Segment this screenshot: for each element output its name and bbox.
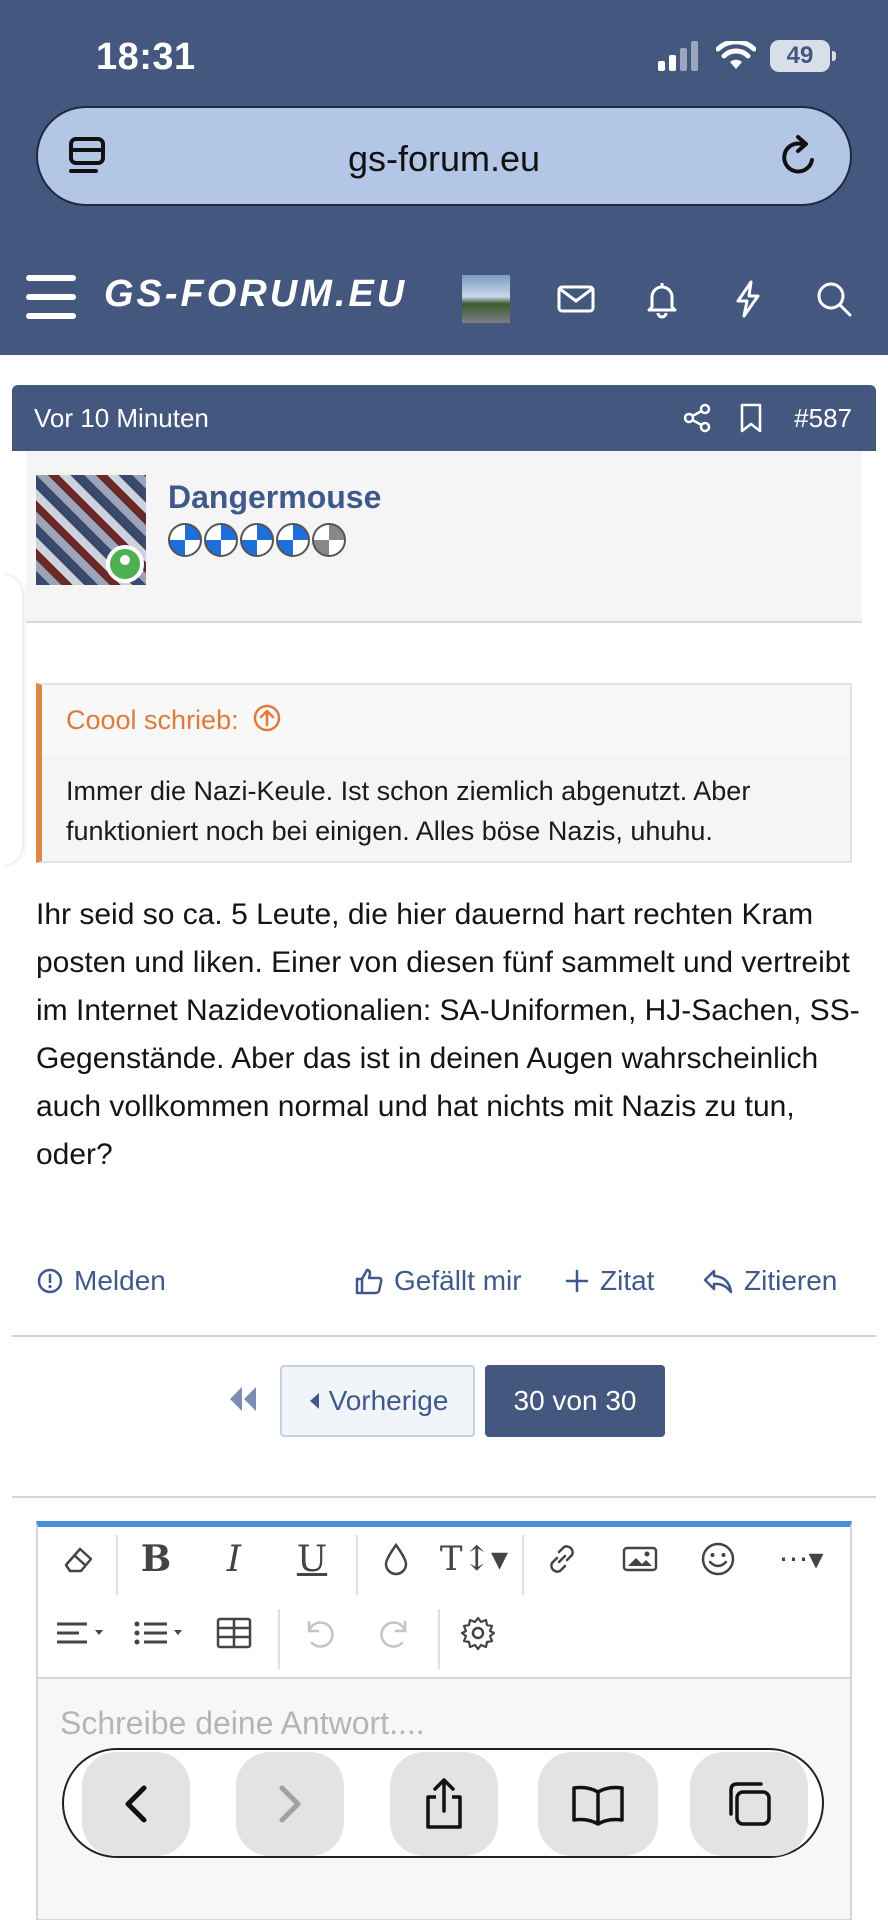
tabs-icon <box>729 1782 771 1826</box>
current-page-indicator[interactable]: 30 von 30 <box>485 1365 665 1437</box>
tabs-button[interactable] <box>690 1752 808 1856</box>
post-user-info: Dangermouse <box>26 451 862 623</box>
forward-button[interactable] <box>236 1752 344 1856</box>
lightning-icon[interactable] <box>728 279 768 319</box>
reply-placeholder: Schreibe deine Antwort.... <box>60 1705 425 1741</box>
eraser-icon[interactable] <box>48 1529 108 1589</box>
image-icon[interactable] <box>610 1529 670 1589</box>
toolbar-separator <box>356 1535 358 1595</box>
back-button[interactable] <box>82 1752 190 1856</box>
like-label[interactable]: Gefällt mir <box>394 1265 522 1297</box>
toolbar-separator <box>116 1535 118 1595</box>
reply-label[interactable]: Zitieren <box>744 1265 837 1297</box>
status-time: 18:31 <box>96 36 196 78</box>
quote-header[interactable]: Coool schrieb: <box>42 685 850 755</box>
rank-badge-icon <box>312 523 346 557</box>
quote-author[interactable]: Coool schrieb: <box>66 705 239 735</box>
url-bar[interactable]: gs-forum.eu <box>36 106 852 206</box>
multiquote-button[interactable]: Zitat <box>564 1265 654 1297</box>
bookmarks-button[interactable] <box>538 1752 658 1856</box>
caret-left-icon <box>309 1393 319 1409</box>
quote-block: Coool schrieb: Immer die Nazi-Keule. Ist… <box>36 683 852 863</box>
plus-icon <box>565 1269 589 1293</box>
reply-editor: B I U T↕▾ ⋯▾ Schreibe deine Antwort.... <box>36 1521 852 1920</box>
report-button[interactable]: Melden <box>36 1265 166 1297</box>
previous-page-button[interactable]: Vorherige <box>280 1365 475 1437</box>
reply-button[interactable]: Zitieren <box>702 1265 837 1297</box>
report-label[interactable]: Melden <box>74 1265 166 1297</box>
emoji-icon[interactable] <box>688 1529 748 1589</box>
multiquote-label[interactable]: Zitat <box>600 1265 654 1297</box>
post-actions: Melden Gefällt mir Zitat Zitieren <box>36 1265 852 1315</box>
bookmark-icon[interactable] <box>738 402 764 434</box>
like-button[interactable]: Gefällt mir <box>354 1265 522 1297</box>
divider <box>12 1335 876 1337</box>
search-icon[interactable] <box>814 279 854 319</box>
bold-icon[interactable]: B <box>126 1529 186 1589</box>
rank-badge-icon <box>168 523 202 557</box>
divider <box>12 1496 876 1498</box>
user-rank-icons <box>168 523 346 557</box>
share-icon[interactable] <box>682 403 712 433</box>
side-handle[interactable] <box>0 575 22 865</box>
post-header: Vor 10 Minuten #587 <box>12 385 876 451</box>
italic-icon[interactable]: I <box>204 1529 264 1589</box>
rank-badge-icon <box>276 523 310 557</box>
online-status-icon <box>106 545 144 583</box>
rank-badge-icon <box>240 523 274 557</box>
undo-icon[interactable] <box>288 1603 348 1663</box>
bell-icon[interactable] <box>642 279 682 319</box>
post-time[interactable]: Vor 10 Minuten <box>34 403 209 434</box>
status-icons: 49 <box>658 40 836 72</box>
more-options-icon[interactable]: ⋯▾ <box>766 1529 836 1589</box>
toolbar-separator <box>278 1609 280 1669</box>
browser-toolbar <box>62 1748 824 1858</box>
settings-gear-icon[interactable] <box>448 1603 508 1663</box>
redo-icon[interactable] <box>366 1603 426 1663</box>
color-drop-icon[interactable] <box>366 1529 426 1589</box>
share-button[interactable] <box>390 1752 498 1856</box>
previous-page-label[interactable]: Vorherige <box>329 1385 449 1417</box>
reply-icon <box>703 1269 733 1294</box>
arrow-up-circle-icon[interactable] <box>252 703 282 733</box>
link-icon[interactable] <box>532 1529 592 1589</box>
user-avatar-small[interactable] <box>462 275 510 323</box>
chevron-right-icon <box>279 1785 301 1823</box>
thumbs-up-icon <box>355 1268 383 1295</box>
editor-toolbar-row-1: B I U T↕▾ ⋯▾ <box>38 1529 850 1601</box>
wifi-icon <box>716 41 756 69</box>
url-text[interactable]: gs-forum.eu <box>38 138 850 180</box>
list-icon[interactable] <box>126 1603 196 1663</box>
header-background: 18:31 49 gs-forum.eu GS-FORUM.EU <box>0 0 888 355</box>
quote-text: Immer die Nazi-Keule. Ist schon ziemlich… <box>66 776 751 846</box>
cellular-signal-icon <box>658 41 698 71</box>
underline-icon[interactable]: U <box>282 1529 342 1589</box>
site-navbar: GS-FORUM.EU <box>0 255 888 355</box>
alert-circle-icon <box>37 1268 63 1294</box>
font-size-icon[interactable]: T↕▾ <box>434 1529 514 1589</box>
first-page-icon[interactable] <box>222 1379 262 1419</box>
phone-screen: 18:31 49 gs-forum.eu GS-FORUM.EU Vor 10 … <box>0 0 888 1920</box>
table-icon[interactable] <box>204 1603 264 1663</box>
battery-indicator: 49 <box>770 40 836 72</box>
mail-icon[interactable] <box>556 279 596 319</box>
thread-content: Vor 10 Minuten #587 Dangermouse Coool sc… <box>0 355 888 1920</box>
editor-toolbar-row-2 <box>38 1603 850 1675</box>
open-book-icon <box>572 1785 624 1826</box>
reload-icon[interactable] <box>780 134 820 178</box>
share-up-icon <box>426 1778 462 1829</box>
chevron-left-icon <box>125 1785 147 1823</box>
username[interactable]: Dangermouse <box>168 479 381 516</box>
rank-badge-icon <box>204 523 238 557</box>
post-body: Ihr seid so ca. 5 Leute, die hier dauern… <box>36 898 860 1171</box>
post-number[interactable]: #587 <box>794 403 852 434</box>
toolbar-separator <box>438 1609 440 1669</box>
menu-icon[interactable] <box>26 275 76 319</box>
align-icon[interactable] <box>48 1603 118 1663</box>
site-logo[interactable]: GS-FORUM.EU <box>104 273 407 316</box>
toolbar-separator <box>522 1535 524 1595</box>
